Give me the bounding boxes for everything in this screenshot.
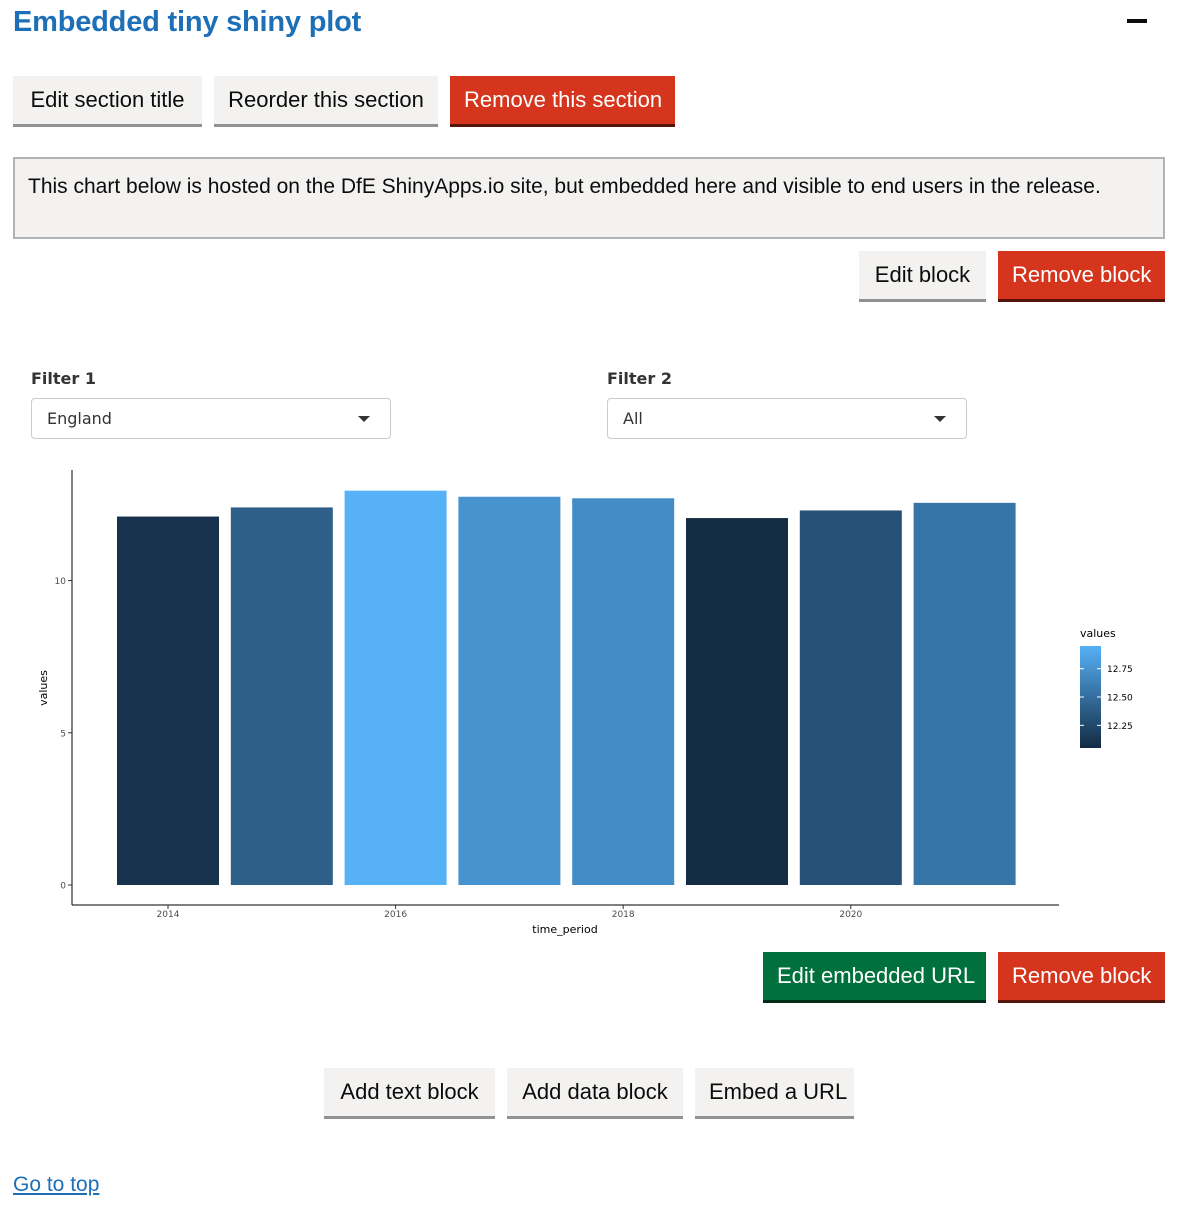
remove-embed-block-button[interactable]: Remove block [998, 952, 1165, 1000]
legend-tick-label: 12.75 [1107, 665, 1133, 675]
text-block-text: This chart below is hosted on the DfE Sh… [28, 175, 1101, 198]
y-axis-title: values [37, 670, 50, 706]
x-tick-label: 2014 [157, 910, 180, 920]
embed-url-button[interactable]: Embed a URL [695, 1068, 854, 1116]
add-data-block-button[interactable]: Add data block [507, 1068, 683, 1116]
remove-section-button[interactable]: Remove this section [450, 76, 675, 124]
filter-1-value: England [47, 409, 112, 428]
bar-2018 [572, 498, 675, 885]
legend-tick-label: 12.25 [1107, 722, 1133, 732]
x-tick-label: 2016 [384, 910, 407, 920]
edit-embedded-url-button[interactable]: Edit embedded URL [763, 952, 986, 1000]
bar-2020 [799, 510, 902, 885]
bar-2015 [230, 507, 333, 885]
filter-2-label: Filter 2 [607, 369, 672, 388]
filter-2-value: All [623, 409, 643, 428]
bar-2021 [913, 502, 1016, 885]
legend-tick-label: 12.50 [1107, 694, 1133, 704]
bar-2016 [344, 490, 447, 885]
caret-down-icon [358, 416, 370, 422]
x-tick-label: 2020 [839, 910, 862, 920]
edit-block-button[interactable]: Edit block [859, 251, 986, 299]
x-axis-title: time_period [532, 923, 597, 936]
section-title[interactable]: Embedded tiny shiny plot [13, 2, 361, 42]
x-tick-label: 2018 [612, 910, 635, 920]
collapse-icon[interactable] [1127, 19, 1147, 23]
bar-2019 [686, 518, 788, 885]
filter-2-select[interactable]: All [607, 398, 967, 439]
bar-chart: 0 5 10 2014 2016 2018 2020 time_period values… [37, 470, 1133, 936]
y-tick-label: 10 [55, 577, 67, 587]
edit-section-title-button[interactable]: Edit section title [13, 76, 202, 124]
y-tick-label: 0 [60, 882, 66, 892]
y-tick-label: 5 [60, 729, 66, 739]
remove-text-block-button[interactable]: Remove block [998, 251, 1165, 299]
filter-1-select[interactable]: England [31, 398, 391, 439]
color-legend: values 12.75 12.50 12.25 [1080, 627, 1133, 748]
caret-down-icon [934, 416, 946, 422]
add-text-block-button[interactable]: Add text block [324, 1068, 495, 1116]
go-to-top-link[interactable]: Go to top [13, 1173, 99, 1197]
bar-2014 [117, 516, 219, 885]
reorder-section-button[interactable]: Reorder this section [214, 76, 438, 124]
filter-1-label: Filter 1 [31, 369, 96, 388]
text-block-content: This chart below is hosted on the DfE Sh… [13, 157, 1165, 239]
bar-2017 [458, 496, 561, 885]
legend-title: values [1080, 627, 1116, 640]
